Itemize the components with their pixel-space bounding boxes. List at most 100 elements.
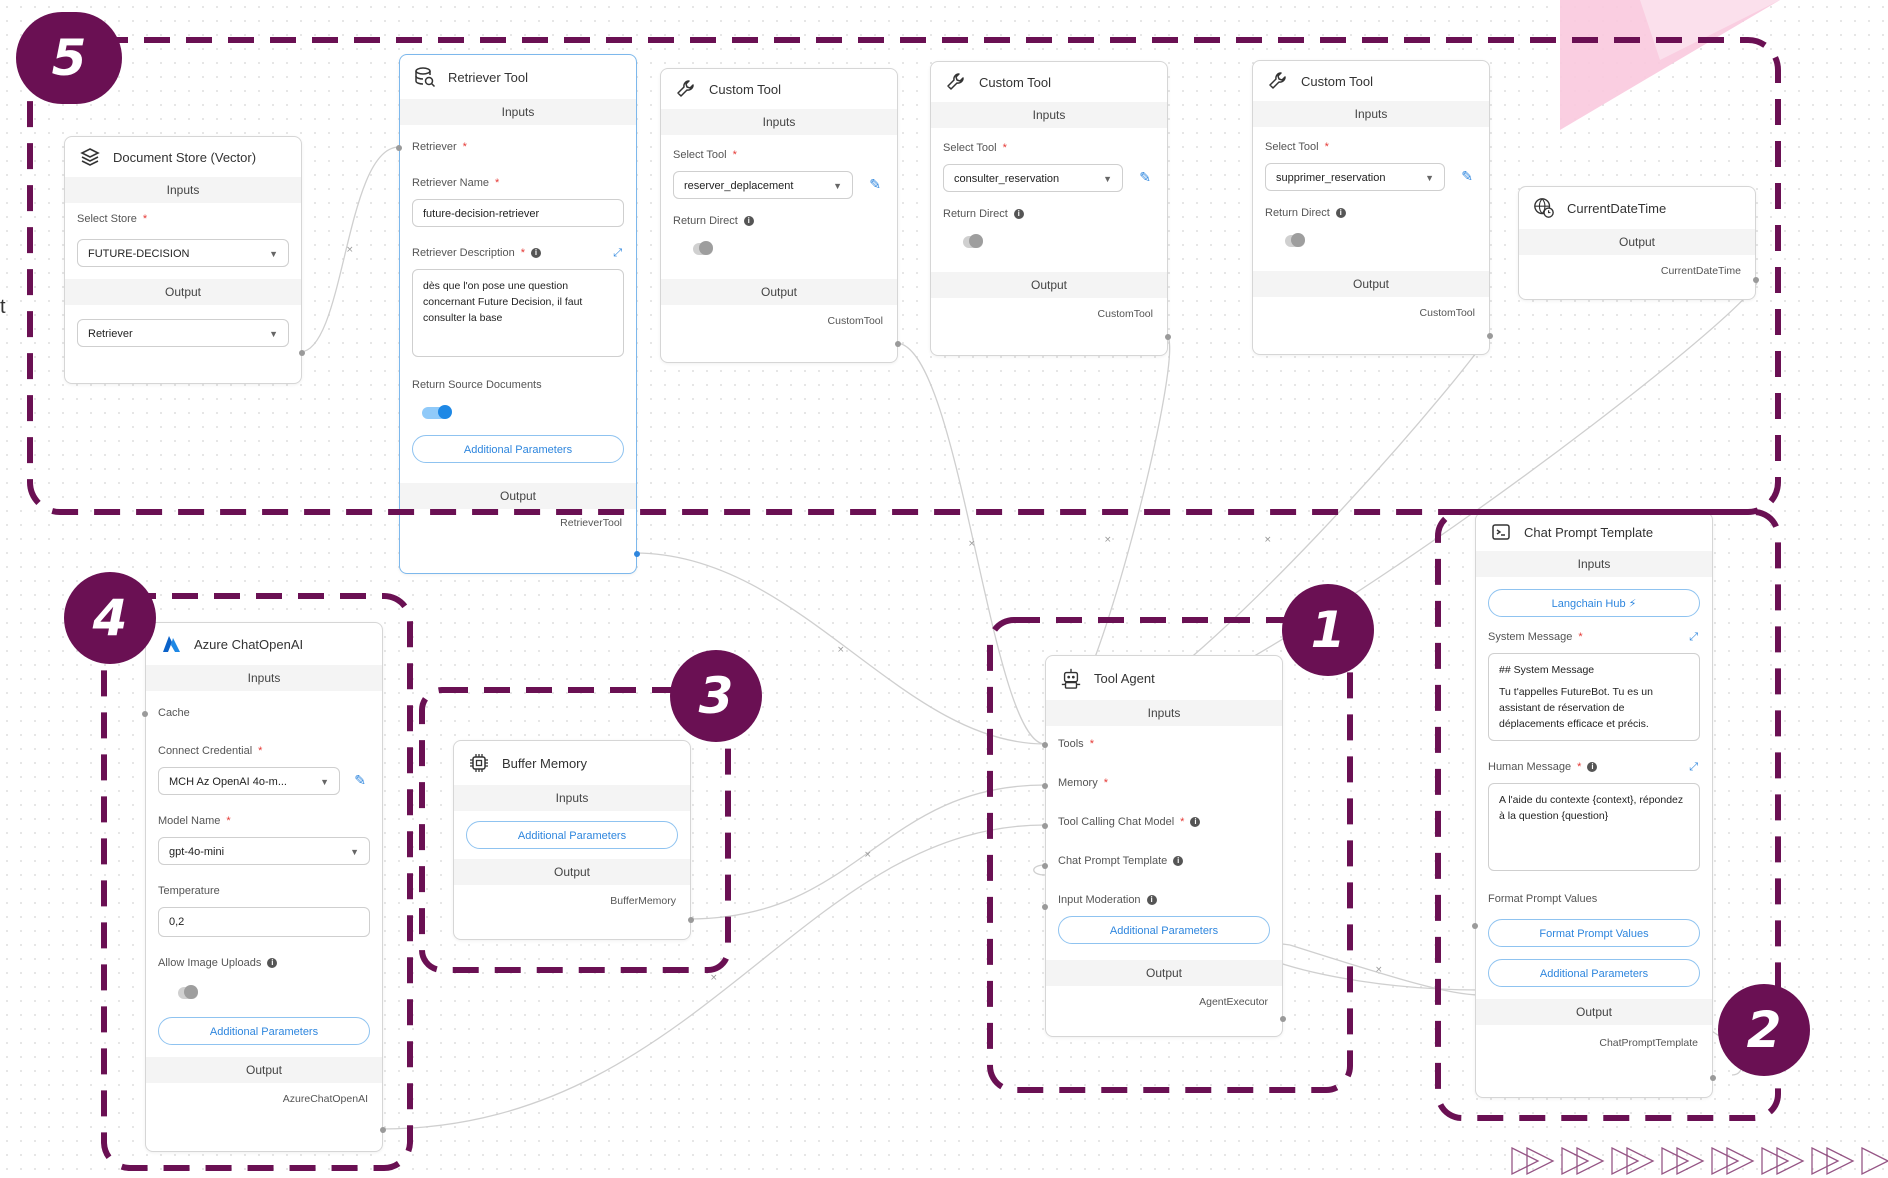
svg-text:×: × [346, 245, 354, 255]
info-icon: i [1173, 856, 1184, 866]
temperature-label: Temperature [158, 885, 220, 897]
custom-tool-node-2[interactable]: Custom Tool Inputs Select Tool * consulte… [930, 61, 1171, 356]
output-header: Output [1476, 999, 1712, 1025]
select-tool-label: Select Tool [1265, 141, 1319, 153]
select-tool-dropdown[interactable]: consulter_reservation ▼ [943, 164, 1123, 192]
system-message-textarea[interactable]: ## System Message Tu t'appelles FutureBo… [1488, 653, 1700, 741]
select-tool-dropdown[interactable]: reserver_deplacement ▼ [673, 171, 853, 199]
chevron-down-icon: ▼ [1103, 174, 1112, 184]
return-direct-toggle[interactable] [963, 234, 983, 248]
credential-dropdown[interactable]: MCH Az OpenAI 4o-m... ▼ [158, 767, 340, 795]
node-title: CurrentDateTime [1567, 200, 1667, 216]
chat-prompt-template-node[interactable]: Chat Prompt Template Inputs Langchain Hu… [1472, 512, 1716, 1098]
system-message-body: Tu t'appelles FutureBot. Tu es un assist… [1499, 686, 1653, 730]
azure-chatopenai-node[interactable]: Azure ChatOpenAI Inputs Cache Connect Cr… [142, 622, 386, 1152]
model-name-dropdown[interactable]: gpt-4o-mini ▼ [158, 837, 370, 865]
additional-parameters-button[interactable]: Additional Parameters [466, 821, 678, 849]
chevron-down-icon: ▼ [320, 777, 329, 787]
badge-4: 4 [64, 572, 156, 664]
svg-text:×: × [1264, 535, 1272, 545]
azure-logo-icon [160, 633, 182, 655]
additional-parameters-button[interactable]: Additional Parameters [1488, 959, 1700, 987]
info-icon: i [267, 958, 278, 968]
output-handle[interactable] [1753, 277, 1759, 283]
expand-icon[interactable]: ⤢ [1689, 631, 1698, 644]
info-icon: i [1190, 817, 1201, 827]
custom-tool-node-3[interactable]: Custom Tool Inputs Select Tool * supprime… [1252, 60, 1493, 355]
additional-parameters-button[interactable]: Additional Parameters [1058, 916, 1270, 944]
temperature-input[interactable]: 0,2 [158, 907, 370, 937]
output-type-dropdown[interactable]: Retriever ▼ [77, 319, 289, 347]
output-label: ChatPromptTemplate [1599, 1037, 1698, 1049]
info-icon: i [530, 248, 541, 258]
langchain-hub-button[interactable]: Langchain Hub ⚡ [1488, 589, 1700, 617]
output-label: CurrentDateTime [1660, 265, 1741, 277]
allow-image-uploads-toggle[interactable] [178, 985, 198, 999]
retriever-description-label: Retriever Description [412, 247, 515, 259]
edit-icon[interactable]: ✎ [869, 176, 881, 193]
retriever-name-input[interactable]: future-decision-retriever [412, 199, 624, 227]
custom-tool-node-1[interactable]: Custom Tool Inputs Select Tool * reserver… [660, 68, 901, 363]
tool-agent-node[interactable]: Tool Agent Inputs Tools * Memory * Tool Ca… [1042, 655, 1286, 1037]
cutoff-text: t [0, 296, 6, 318]
edit-icon[interactable]: ✎ [354, 772, 366, 789]
info-icon: i [743, 216, 754, 226]
output-header: Output [400, 483, 636, 509]
retriever-tool-node[interactable]: Retriever Tool Inputs Retriever * Retriev… [396, 54, 640, 574]
chevron-down-icon: ▼ [350, 847, 359, 857]
return-direct-toggle[interactable] [693, 241, 713, 255]
expand-icon[interactable]: ⤢ [1689, 761, 1698, 774]
output-label: AgentExecutor [1199, 996, 1268, 1008]
human-message-textarea[interactable]: A l'aide du contexte {context}, répondez… [1488, 783, 1700, 871]
edge-agent-prompt [1289, 944, 1481, 996]
output-handle[interactable] [895, 341, 901, 347]
output-header: Output [65, 279, 301, 305]
edit-icon[interactable]: ✎ [1139, 169, 1151, 186]
output-header: Output [661, 279, 897, 305]
inputs-header: Inputs [931, 102, 1167, 128]
svg-text:×: × [968, 539, 976, 549]
buffer-memory-node[interactable]: Buffer Memory Inputs Additional Paramete… [453, 740, 694, 940]
select-store-dropdown[interactable]: FUTURE-DECISION ▼ [77, 239, 289, 267]
format-prompt-values-button[interactable]: Format Prompt Values [1488, 919, 1700, 947]
document-store-node[interactable]: Document Store (Vector) Inputs Select St… [64, 136, 305, 384]
retriever-description-textarea[interactable]: dès que l'on pose une question concernan… [412, 269, 624, 357]
input-moderation-label: Input Moderation [1058, 894, 1141, 906]
select-tool-label: Select Tool [673, 149, 727, 161]
additional-parameters-button[interactable]: Additional Parameters [158, 1017, 370, 1045]
return-direct-toggle[interactable] [1285, 233, 1305, 247]
current-datetime-node[interactable]: CurrentDateTime Output CurrentDateTime [1518, 186, 1759, 300]
magic-wand-icon: ⚡ [1628, 598, 1637, 610]
expand-icon[interactable]: ⤢ [613, 247, 622, 260]
output-handle[interactable] [380, 1127, 386, 1133]
inputs-header: Inputs [400, 99, 636, 125]
chevron-down-icon: ▼ [269, 329, 278, 339]
select-tool-dropdown[interactable]: supprimer_reservation ▼ [1265, 163, 1445, 191]
additional-parameters-button[interactable]: Additional Parameters [412, 435, 624, 463]
cache-label: Cache [158, 707, 190, 719]
output-handle[interactable] [1487, 333, 1493, 339]
output-handle[interactable] [1710, 1075, 1716, 1081]
model-name-label: Model Name [158, 815, 221, 827]
chevron-down-icon: ▼ [1425, 173, 1434, 183]
human-message-label: Human Message [1488, 761, 1572, 773]
layers-icon [79, 146, 101, 168]
select-store-label: Select Store [77, 213, 137, 225]
chevron-down-icon: ▼ [269, 249, 278, 259]
wrench-icon [1267, 70, 1289, 92]
output-handle[interactable] [634, 551, 640, 557]
node-title: Chat Prompt Template [1524, 524, 1654, 540]
output-label: AzureChatOpenAI [282, 1093, 368, 1105]
edge-customtool1-tools [895, 342, 1046, 745]
output-handle[interactable] [688, 917, 694, 923]
node-title: Tool Agent [1094, 670, 1155, 686]
return-source-documents-toggle[interactable] [422, 405, 452, 419]
node-title: Azure ChatOpenAI [194, 636, 304, 652]
output-handle[interactable] [1165, 334, 1171, 340]
output-handle[interactable] [1280, 1016, 1286, 1022]
node-title: Custom Tool [979, 74, 1052, 90]
terminal-icon [1490, 521, 1512, 543]
pink-decoration [1560, 0, 1780, 130]
edit-icon[interactable]: ✎ [1461, 168, 1473, 185]
output-handle[interactable] [299, 350, 305, 356]
